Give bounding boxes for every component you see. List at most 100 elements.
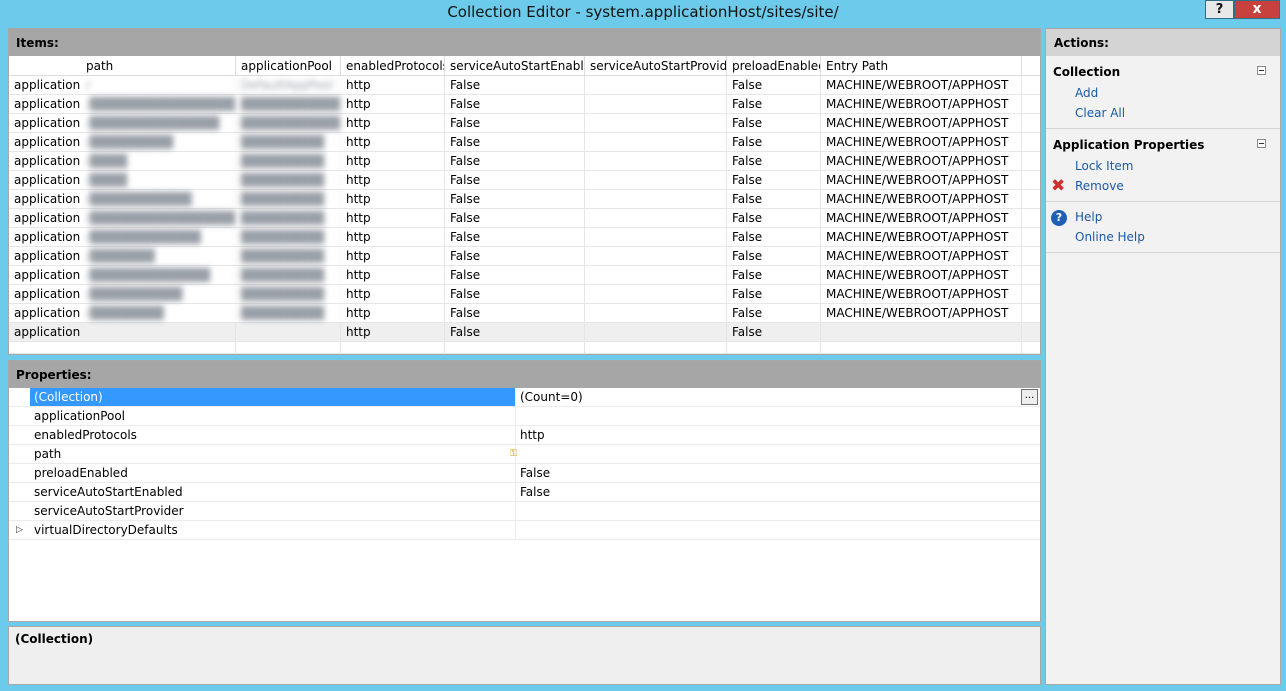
action-add[interactable]: Add xyxy=(1046,84,1280,104)
table-cell-pool: ████████████████e xyxy=(236,95,341,113)
expand-arrow-icon[interactable]: ▷ xyxy=(9,521,30,539)
property-name[interactable]: virtualDirectoryDefaults xyxy=(30,521,516,539)
column-header-application-pool[interactable]: applicationPool xyxy=(236,56,341,75)
close-button[interactable]: x xyxy=(1234,0,1280,19)
action-clear-all[interactable]: Clear All xyxy=(1046,104,1280,124)
table-cell-preload: False xyxy=(727,133,821,151)
table-row[interactable]: application/█████████████ █████████ http Fa… xyxy=(9,266,1040,285)
column-header-path[interactable]: path xyxy=(81,56,236,75)
row-gutter xyxy=(9,464,30,482)
property-value[interactable] xyxy=(516,407,1040,425)
table-cell-autoStart: False xyxy=(445,95,585,113)
action-remove[interactable]: ✖ Remove xyxy=(1046,177,1280,197)
items-grid-header: path applicationPool enabledProtocols se… xyxy=(9,56,1040,76)
property-row[interactable]: path ⚿ xyxy=(9,445,1040,464)
column-header-type[interactable] xyxy=(9,56,81,75)
property-row[interactable]: applicationPool xyxy=(9,407,1040,426)
column-header-enabled-protocols[interactable]: enabledProtocols xyxy=(341,56,445,75)
table-cell-pool: DefaultAppPool xyxy=(236,76,341,94)
help-button[interactable]: ? xyxy=(1205,0,1234,19)
table-row[interactable]: application/████████████████████████████… xyxy=(9,95,1040,114)
empty-cell xyxy=(585,342,727,353)
table-cell-provider xyxy=(585,95,727,113)
property-row[interactable]: preloadEnabled False xyxy=(9,464,1040,483)
table-row[interactable]: application/████████████████ █████████ htt… xyxy=(9,209,1040,228)
table-cell-entry: MACHINE/WEBROOT/APPHOST xyxy=(821,133,1022,151)
column-header-preload-enabled[interactable]: preloadEnabled xyxy=(727,56,821,75)
items-grid[interactable]: path applicationPool enabledProtocols se… xyxy=(9,56,1040,354)
table-cell-protocols: http xyxy=(341,285,445,303)
table-cell-autoStart: False xyxy=(445,285,585,303)
table-cell-autoStart: False xyxy=(445,323,585,341)
property-row[interactable]: ▷ virtualDirectoryDefaults xyxy=(9,521,1040,540)
property-name[interactable]: (Collection) xyxy=(30,388,516,406)
key-icon: ⚿ xyxy=(510,449,517,459)
remove-icon: ✖ xyxy=(1051,176,1066,196)
property-value[interactable] xyxy=(516,445,1040,463)
table-cell-path: /████████████████ xyxy=(81,209,236,227)
property-name[interactable]: applicationPool xyxy=(30,407,516,425)
action-help[interactable]: ? Help xyxy=(1046,208,1280,228)
action-online-help[interactable]: Online Help xyxy=(1046,228,1280,248)
property-value[interactable]: False xyxy=(516,483,1040,501)
table-row[interactable]: application http False False xyxy=(9,323,1040,342)
table-cell-protocols: http xyxy=(341,190,445,208)
collapse-icon[interactable] xyxy=(1257,139,1266,148)
property-row[interactable]: serviceAutoStartEnabled False xyxy=(9,483,1040,502)
table-cell-provider xyxy=(585,76,727,94)
column-header-entry-path[interactable]: Entry Path xyxy=(821,56,1022,75)
description-pane: (Collection) xyxy=(8,626,1041,685)
table-row[interactable]: application/███████ █████████ http False Fal… xyxy=(9,247,1040,266)
table-row[interactable]: application / DefaultAppPool http False False… xyxy=(9,76,1040,95)
table-row[interactable]: application/████ █████████ http False False M… xyxy=(9,171,1040,190)
column-header-service-auto-start-enabled[interactable]: serviceAutoStartEnabled xyxy=(445,56,585,75)
section-title-label: Collection xyxy=(1053,65,1121,79)
empty-cell xyxy=(341,342,445,353)
table-row[interactable]: application/████████████████████████████… xyxy=(9,114,1040,133)
property-value[interactable]: (Count=0) xyxy=(516,388,1040,406)
collapse-icon[interactable] xyxy=(1257,66,1266,75)
table-cell-entry: MACHINE/WEBROOT/APPHOST xyxy=(821,304,1022,322)
table-cell-provider xyxy=(585,171,727,189)
property-name[interactable]: enabledProtocols xyxy=(30,426,516,444)
action-label: Help xyxy=(1075,210,1103,224)
table-cell-preload: False xyxy=(727,285,821,303)
property-name[interactable]: path xyxy=(30,445,516,463)
action-label: Add xyxy=(1075,86,1099,100)
table-row[interactable]: application/███████████ █████████ http Fals… xyxy=(9,190,1040,209)
actions-body: Collection Add Clear All Application Proper… xyxy=(1046,56,1280,253)
property-name[interactable]: serviceAutoStartEnabled xyxy=(30,483,516,501)
property-row[interactable]: serviceAutoStartProvider xyxy=(9,502,1040,521)
property-name[interactable]: preloadEnabled xyxy=(30,464,516,482)
empty-cell xyxy=(236,342,341,353)
table-cell-entry: MACHINE/WEBROOT/APPHOST xyxy=(821,95,1022,113)
table-cell-path: /█████████████ xyxy=(81,266,236,284)
ellipsis-button[interactable]: ... xyxy=(1021,389,1038,405)
table-cell-preload: False xyxy=(727,266,821,284)
property-value[interactable]: False xyxy=(516,464,1040,482)
table-cell-provider xyxy=(585,114,727,132)
property-grid[interactable]: (Collection) (Count=0)... applicationPool e… xyxy=(9,388,1040,540)
property-name[interactable]: serviceAutoStartProvider xyxy=(30,502,516,520)
action-lock-item[interactable]: Lock Item xyxy=(1046,157,1280,177)
table-row[interactable]: application/████████████ █████████ http Fal… xyxy=(9,228,1040,247)
table-cell-type: application xyxy=(14,192,81,206)
table-row[interactable]: application/█████████ █████████ http False F… xyxy=(9,133,1040,152)
table-row[interactable]: application/████ █████████ http False False M… xyxy=(9,152,1040,171)
table-cell-entry: MACHINE/WEBROOT/APPHOST xyxy=(821,171,1022,189)
column-header-service-auto-start-provider[interactable]: serviceAutoStartProvider xyxy=(585,56,727,75)
property-row[interactable]: (Collection) (Count=0)... xyxy=(9,388,1040,407)
table-row[interactable]: application/████████ █████████ http False Fa… xyxy=(9,304,1040,323)
table-cell-autoStart: False xyxy=(445,133,585,151)
table-cell-entry: MACHINE/WEBROOT/APPHOST xyxy=(821,76,1022,94)
items-header: Items: xyxy=(9,29,1040,56)
table-row[interactable]: application/██████████ █████████ http False… xyxy=(9,285,1040,304)
table-cell-autoStart: False xyxy=(445,209,585,227)
action-label: Remove xyxy=(1075,179,1124,193)
property-row[interactable]: enabledProtocols http xyxy=(9,426,1040,445)
table-cell-pool: █████████ xyxy=(236,133,341,151)
property-value[interactable]: http xyxy=(516,426,1040,444)
table-cell-provider xyxy=(585,133,727,151)
property-value[interactable] xyxy=(516,502,1040,520)
property-value[interactable] xyxy=(516,521,1040,539)
